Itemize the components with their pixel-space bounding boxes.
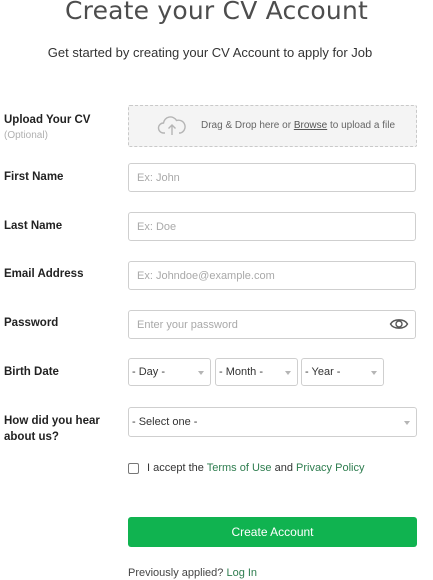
birth-date-label: Birth Date	[4, 366, 59, 378]
previously-applied-label: Previously applied?	[128, 567, 227, 579]
eye-icon[interactable]	[389, 317, 409, 336]
birth-day-select[interactable]: - Day -	[128, 358, 211, 386]
password-input[interactable]	[129, 311, 377, 338]
create-account-button[interactable]: Create Account	[128, 517, 417, 547]
birth-month-value: - Month -	[219, 366, 264, 378]
email-label: Email Address	[4, 268, 84, 280]
browse-link[interactable]: Browse	[294, 120, 327, 131]
chevron-down-icon	[198, 371, 204, 375]
last-name-input[interactable]	[129, 213, 377, 240]
cloud-upload-icon	[157, 114, 187, 143]
email-field-box	[128, 261, 416, 290]
birth-year-value: - Year -	[305, 366, 341, 378]
first-name-field-box	[128, 163, 416, 192]
last-name-label: Last Name	[4, 220, 63, 232]
log-in-link[interactable]: Log In	[226, 567, 257, 579]
birth-day-value: - Day -	[132, 366, 165, 378]
email-input[interactable]	[129, 262, 377, 289]
optional-hint: (Optional)	[4, 130, 48, 141]
chevron-down-icon	[371, 371, 377, 375]
dropzone-text-suffix: to upload a file	[327, 120, 396, 131]
chevron-down-icon	[285, 371, 291, 375]
chevron-down-icon	[404, 421, 410, 425]
upload-cv-label: Upload Your CV (Optional)	[4, 112, 90, 144]
previously-applied-text: Previously applied? Log In	[128, 567, 257, 579]
dropzone-text: Drag & Drop here or Browse to upload a f…	[201, 120, 395, 131]
birth-year-select[interactable]: - Year -	[301, 358, 384, 386]
first-name-input[interactable]	[129, 164, 377, 191]
terms-of-use-link[interactable]: Terms of Use	[207, 462, 272, 474]
terms-and: and	[271, 462, 296, 474]
privacy-policy-link[interactable]: Privacy Policy	[296, 462, 364, 474]
password-label: Password	[4, 317, 59, 329]
last-name-field-box	[128, 212, 416, 241]
source-value: - Select one -	[132, 416, 198, 428]
source-label: How did you hear about us?	[4, 415, 100, 443]
source-select[interactable]: - Select one -	[128, 407, 417, 437]
terms-checkbox[interactable]	[128, 463, 139, 474]
upload-cv-label-text: Upload Your CV	[4, 114, 91, 126]
page-subtitle: Get started by creating your CV Account …	[47, 45, 373, 60]
terms-prefix: I accept the	[147, 462, 207, 474]
birth-month-select[interactable]: - Month -	[215, 358, 298, 386]
terms-text: I accept the Terms of Use and Privacy Po…	[147, 462, 364, 474]
cv-dropzone[interactable]: Drag & Drop here or Browse to upload a f…	[128, 105, 417, 147]
page-title: Create your CV Account	[64, 0, 369, 25]
first-name-label: First Name	[4, 171, 64, 183]
dropzone-text-prefix: Drag & Drop here or	[201, 120, 294, 131]
password-field-box	[128, 310, 416, 339]
